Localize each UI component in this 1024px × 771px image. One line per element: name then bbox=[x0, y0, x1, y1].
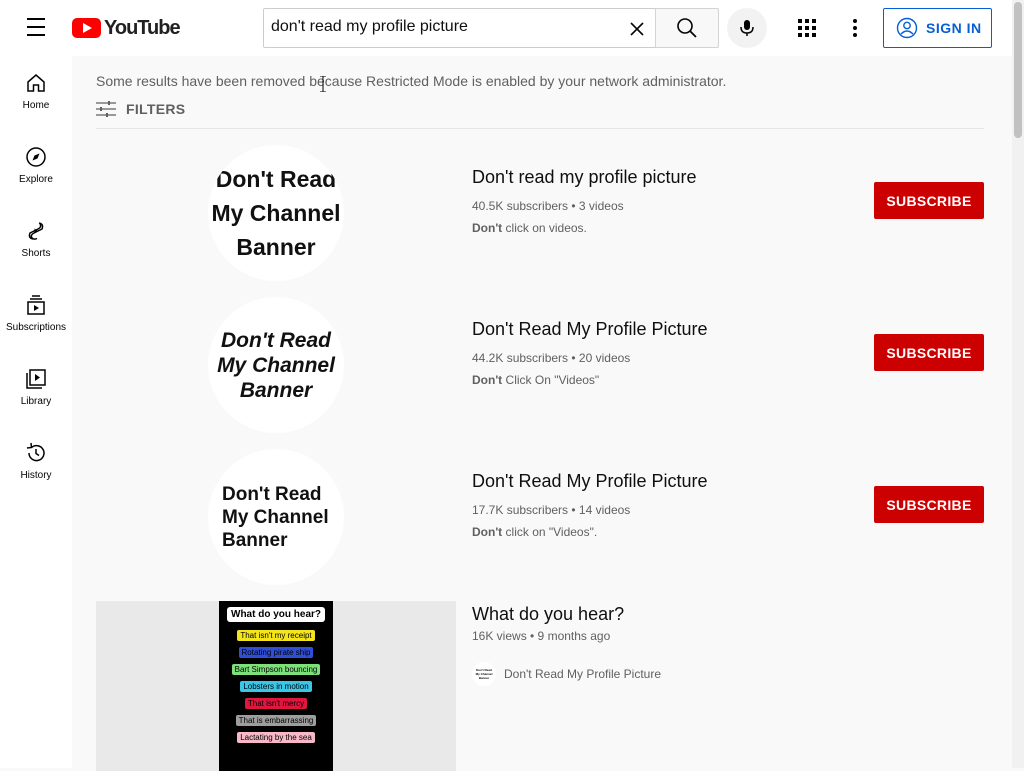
more-vert-icon bbox=[853, 19, 857, 37]
video-channel-link[interactable]: Don't Read My Channel Banner Don't Read … bbox=[472, 662, 661, 686]
subscribe-button[interactable]: SUBSCRIBE bbox=[874, 334, 984, 371]
subscribe-button[interactable]: SUBSCRIBE bbox=[874, 486, 984, 523]
history-icon bbox=[26, 442, 45, 462]
channel-meta: 40.5K subscribers • 3 videos bbox=[472, 199, 624, 213]
sidebar-item-shorts[interactable]: Shorts bbox=[0, 204, 72, 278]
compass-icon bbox=[26, 147, 46, 167]
settings-more-button[interactable] bbox=[835, 8, 875, 48]
channel-meta: 44.2K subscribers • 20 videos bbox=[472, 351, 631, 365]
account-circle-icon bbox=[896, 17, 918, 39]
thumbnail-chip: That isn't mercy bbox=[244, 698, 308, 709]
sidebar-item-label: Library bbox=[20, 396, 52, 407]
sidebar-item-label: Shorts bbox=[21, 248, 51, 259]
desc-text: click on videos. bbox=[502, 221, 587, 235]
avatar-text: Banner bbox=[239, 378, 313, 402]
sidebar-item-library[interactable]: Library bbox=[0, 352, 72, 426]
text-cursor-icon bbox=[320, 76, 326, 92]
home-icon bbox=[27, 74, 45, 92]
youtube-logo[interactable]: YouTube bbox=[72, 16, 181, 40]
subscribe-button[interactable]: SUBSCRIBE bbox=[874, 182, 984, 219]
channel-description: Don't Click On "Videos" bbox=[472, 373, 599, 387]
desc-text: Click On "Videos" bbox=[502, 373, 600, 387]
search-button[interactable] bbox=[655, 8, 719, 48]
sidebar-item-label: Home bbox=[22, 100, 50, 111]
channel-avatar[interactable]: Don't Read My Channel Banner bbox=[208, 297, 344, 433]
channel-description: Don't click on "Videos". bbox=[472, 525, 597, 539]
search-box bbox=[263, 8, 656, 48]
video-channel-name: Don't Read My Profile Picture bbox=[504, 667, 662, 681]
avatar-text: Don't Read bbox=[215, 166, 337, 192]
video-meta: 16K views • 9 months ago bbox=[472, 629, 611, 643]
channel-title[interactable]: Don't Read My Profile Picture bbox=[472, 471, 708, 492]
channel-title[interactable]: Don't Read My Profile Picture bbox=[472, 319, 708, 340]
sidebar-item-home[interactable]: Home bbox=[0, 56, 72, 130]
mini-guide-sidebar: Home Explore Shorts Subscriptions Librar… bbox=[0, 56, 72, 768]
thumbnail-chip: That is embarrassing bbox=[235, 715, 317, 726]
sidebar-item-explore[interactable]: Explore bbox=[0, 130, 72, 204]
menu-icon[interactable] bbox=[24, 18, 48, 38]
sidebar-item-label: History bbox=[20, 470, 52, 481]
shorts-icon bbox=[28, 222, 44, 240]
avatar-text: Banner bbox=[222, 529, 288, 551]
channel-result: Don't Read My Channel Banner Don't read … bbox=[96, 143, 984, 283]
clear-search-icon[interactable] bbox=[626, 18, 648, 40]
avatar-text: My Channel bbox=[217, 353, 335, 377]
channel-description: Don't click on videos. bbox=[472, 221, 587, 235]
channel-result: Don't Read My Channel Banner Don't Read … bbox=[96, 295, 984, 435]
scrollbar-thumb[interactable] bbox=[1014, 2, 1022, 138]
sidebar-item-label: Subscriptions bbox=[5, 322, 67, 333]
page-scrollbar[interactable] bbox=[1012, 0, 1024, 768]
search-input[interactable] bbox=[271, 18, 611, 36]
subscriptions-icon bbox=[27, 295, 45, 315]
channel-avatar[interactable]: Don't Read My Channel Banner bbox=[208, 145, 344, 281]
library-icon bbox=[26, 369, 46, 389]
microphone-icon bbox=[740, 20, 754, 36]
filters-label: FILTERS bbox=[126, 101, 186, 117]
channel-result: Don't Read My Channel Banner Don't Read … bbox=[96, 447, 984, 587]
avatar-text: Don't Read bbox=[222, 483, 322, 505]
video-title[interactable]: What do you hear? bbox=[472, 604, 624, 625]
sign-in-label: SIGN IN bbox=[926, 20, 982, 36]
desc-bold: Don't bbox=[472, 525, 503, 539]
avatar-text: Don't Read bbox=[221, 328, 331, 352]
apps-grid-icon bbox=[798, 19, 816, 37]
avatar-text: My Channel bbox=[222, 506, 329, 528]
sidebar-item-history[interactable]: History bbox=[0, 426, 72, 500]
thumbnail-image: What do you hear? That isn't my receipt … bbox=[219, 601, 333, 771]
video-thumbnail[interactable]: What do you hear? That isn't my receipt … bbox=[96, 601, 456, 771]
apps-button[interactable] bbox=[787, 8, 827, 48]
avatar-text: My Channel bbox=[211, 200, 341, 226]
divider bbox=[96, 128, 984, 129]
desc-text: click on "Videos". bbox=[502, 525, 598, 539]
sidebar-item-label: Explore bbox=[19, 174, 53, 185]
sign-in-button[interactable]: SIGN IN bbox=[883, 8, 992, 48]
sidebar-item-subscriptions[interactable]: Subscriptions bbox=[0, 278, 72, 352]
channel-avatar[interactable]: Don't Read My Channel Banner bbox=[208, 449, 344, 585]
top-bar: YouTube SIGN IN bbox=[0, 0, 1012, 56]
search-icon bbox=[677, 18, 697, 38]
desc-bold: Don't bbox=[472, 373, 503, 387]
desc-bold: Don't bbox=[472, 221, 503, 235]
channel-title[interactable]: Don't read my profile picture bbox=[472, 167, 697, 188]
play-logo-icon bbox=[72, 18, 101, 38]
thumbnail-chip: Lactating by the sea bbox=[237, 732, 315, 743]
thumbnail-chip: That isn't my receipt bbox=[237, 630, 315, 641]
avatar-text: Banner bbox=[478, 676, 490, 680]
thumbnail-chip: Lobsters in motion bbox=[240, 681, 312, 692]
avatar-text: Banner bbox=[236, 234, 316, 260]
thumbnail-chip: Bart Simpson bouncing bbox=[231, 664, 321, 675]
tune-icon bbox=[96, 101, 116, 117]
thumbnail-heading: What do you hear? bbox=[227, 607, 325, 622]
thumbnail-chip: Rotating pirate ship bbox=[238, 647, 314, 658]
channel-meta: 17.7K subscribers • 14 videos bbox=[472, 503, 631, 517]
channel-avatar-small: Don't Read My Channel Banner bbox=[472, 662, 496, 686]
voice-search-button[interactable] bbox=[727, 8, 767, 48]
video-result: What do you hear? That isn't my receipt … bbox=[96, 601, 984, 771]
logo-text: YouTube bbox=[104, 16, 181, 39]
restricted-mode-notice: Some results have been removed because R… bbox=[96, 73, 727, 89]
search-results: Some results have been removed because R… bbox=[72, 56, 1012, 771]
filters-button[interactable]: FILTERS bbox=[96, 100, 185, 118]
